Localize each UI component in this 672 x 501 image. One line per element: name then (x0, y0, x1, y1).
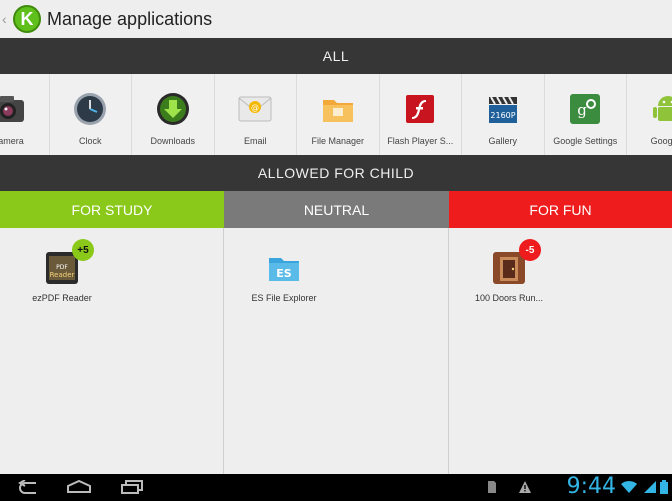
app-item-gallery[interactable]: 2160P Gallery (462, 74, 545, 155)
signal-icon (643, 480, 657, 499)
app-label: Gallery (488, 136, 517, 146)
action-bar: ‹ K Manage applications (0, 0, 672, 38)
recent-apps-icon[interactable] (120, 480, 144, 499)
category-for-study[interactable]: FOR STUDY (0, 191, 224, 228)
app-item-flash-player[interactable]: Flash Player S... (380, 74, 462, 155)
category-label: FOR STUDY (71, 201, 153, 218)
app-label: Google+ (650, 136, 672, 146)
app-strip[interactable]: Camera Clock Downloads @ Email File Mana… (0, 74, 672, 155)
category-label: FOR FUN (529, 201, 592, 218)
svg-text:g: g (577, 101, 587, 119)
assigned-app-label: ezPDF Reader (32, 293, 92, 303)
svg-text:@: @ (251, 103, 259, 112)
section-all-label: ALL (322, 48, 350, 64)
app-item-file-manager[interactable]: File Manager (297, 74, 380, 155)
folder-icon (321, 92, 355, 126)
svg-text:Reader: Reader (50, 271, 75, 279)
email-icon: @ (238, 92, 272, 126)
section-allowed-header: ALLOWED FOR CHILD (0, 155, 672, 191)
section-all-header: ALL (0, 38, 672, 74)
category-tabs: FOR STUDY NEUTRAL FOR FUN (0, 191, 672, 228)
app-item-clock[interactable]: Clock (50, 74, 132, 155)
status-clock: 9:44 (566, 474, 616, 499)
app-label: Downloads (150, 136, 196, 146)
assigned-app-label: 100 Doors Run... (474, 293, 544, 303)
google-settings-icon: g (568, 92, 602, 126)
section-allowed-label: ALLOWED FOR CHILD (257, 165, 415, 181)
study-drop-zone[interactable]: PDF Reader +5 ezPDF Reader (0, 228, 224, 474)
back-icon[interactable] (16, 479, 40, 499)
app-item-camera[interactable]: Camera (0, 74, 50, 155)
svg-text:2160P: 2160P (490, 111, 515, 120)
downloads-icon (156, 92, 190, 126)
es-file-explorer-icon: ES (266, 250, 302, 286)
assigned-app-ezpdf[interactable]: PDF Reader +5 ezPDF Reader (17, 239, 107, 303)
home-icon[interactable] (66, 479, 92, 499)
back-chevron-icon[interactable]: ‹ (2, 11, 12, 27)
app-item-google-plus[interactable]: Google+ (627, 74, 672, 155)
battery-icon (660, 480, 668, 499)
app-label: Flash Player S... (387, 136, 454, 146)
flash-icon (403, 92, 437, 126)
assigned-app-label: ES File Explorer (251, 293, 317, 303)
android-icon (651, 92, 672, 126)
fun-drop-zone[interactable]: -5 100 Doors Run... (449, 228, 672, 474)
category-for-fun[interactable]: FOR FUN (449, 191, 672, 228)
category-columns: PDF Reader +5 ezPDF Reader ES ES File Exp… (0, 228, 672, 474)
sd-card-icon (487, 480, 497, 499)
app-label: Clock (78, 136, 102, 146)
fun-points-badge: -5 (519, 239, 541, 261)
page-title: Manage applications (47, 8, 213, 29)
pdf-reader-icon: PDF Reader +5 (44, 239, 94, 286)
app-logo[interactable]: K (13, 5, 41, 33)
app-label: Camera (0, 136, 24, 146)
app-item-downloads[interactable]: Downloads (132, 74, 215, 155)
svg-text:PDF: PDF (56, 264, 68, 271)
logo-letter: K (20, 8, 34, 29)
neutral-drop-zone[interactable]: ES ES File Explorer (224, 228, 449, 474)
app-label: File Manager (311, 136, 365, 146)
system-nav-bar: 9:44 (0, 474, 672, 501)
assigned-app-es-file-explorer[interactable]: ES ES File Explorer (239, 250, 329, 303)
doors-game-icon: -5 (491, 239, 541, 286)
app-label: Email (243, 136, 267, 146)
assigned-app-100-doors[interactable]: -5 100 Doors Run... (464, 239, 554, 303)
category-neutral[interactable]: NEUTRAL (224, 191, 449, 228)
wifi-icon (620, 480, 638, 499)
camera-icon (0, 92, 25, 126)
app-label: Google Settings (553, 136, 618, 146)
app-item-google-settings[interactable]: g Google Settings (545, 74, 627, 155)
study-points-badge: +5 (72, 239, 94, 261)
category-label: NEUTRAL (303, 201, 370, 218)
app-item-email[interactable]: @ Email (215, 74, 297, 155)
warning-icon (518, 480, 532, 499)
gallery-icon: 2160P (486, 92, 520, 126)
svg-text:ES: ES (276, 267, 292, 280)
clock-icon (73, 92, 107, 126)
